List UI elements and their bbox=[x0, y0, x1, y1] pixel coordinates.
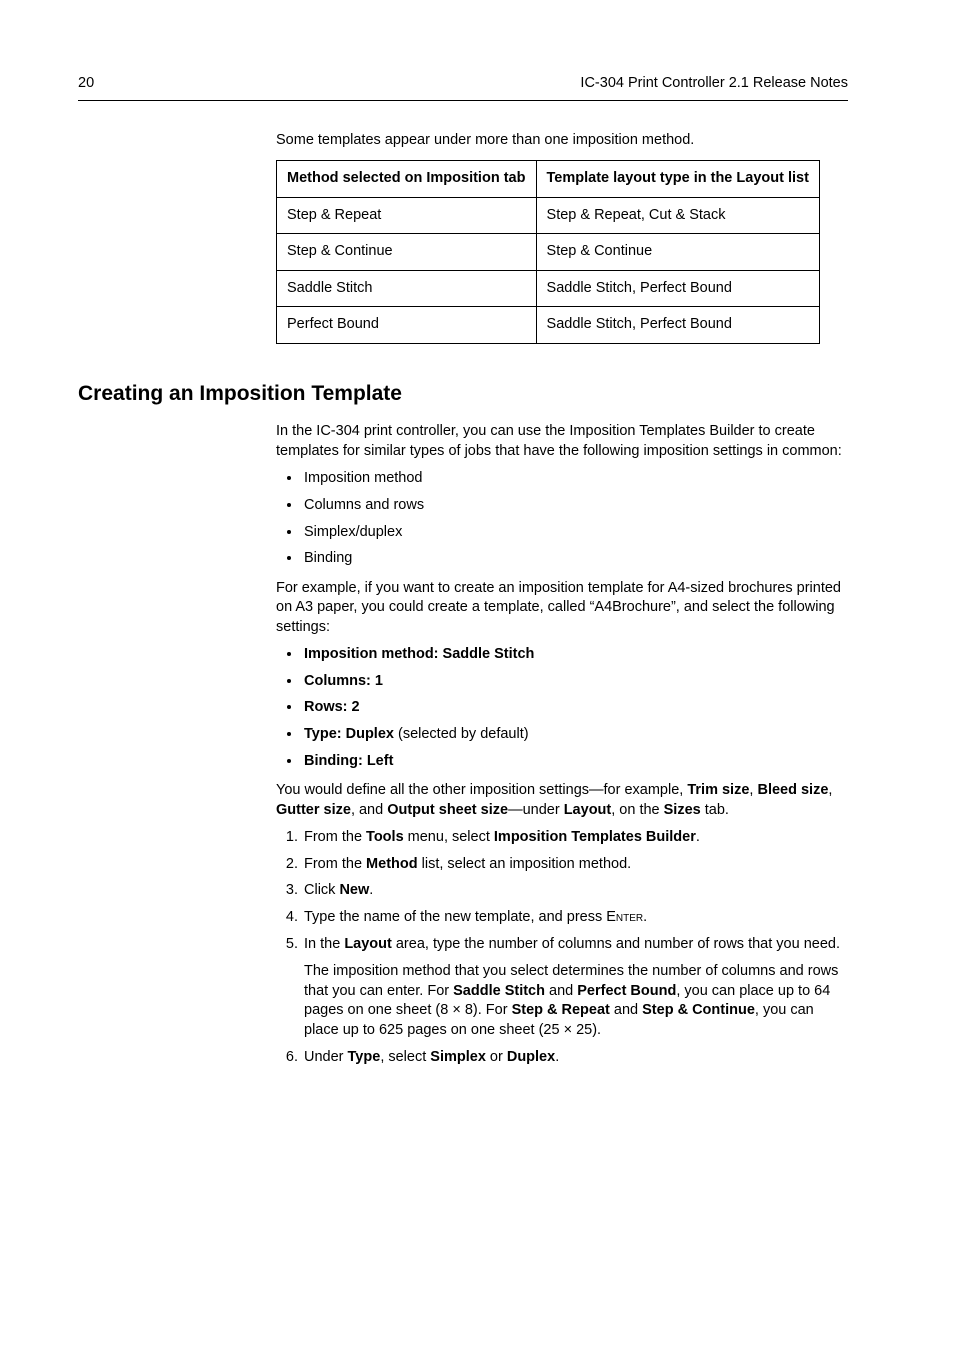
table-row: Perfect Bound Saddle Stitch, Perfect Bou… bbox=[277, 307, 820, 344]
table-cell: Step & Continue bbox=[277, 234, 537, 271]
bullet-list-2: Imposition method: Saddle Stitch Columns… bbox=[276, 645, 848, 771]
table-row: Step & Continue Step & Continue bbox=[277, 234, 820, 271]
list-item: Type: Duplex (selected by default) bbox=[302, 725, 848, 745]
table-cell: Perfect Bound bbox=[277, 307, 537, 344]
list-item: Binding: Left bbox=[302, 752, 848, 772]
paragraph: You would define all the other impositio… bbox=[276, 781, 848, 820]
content-column-1: Some templates appear under more than on… bbox=[276, 131, 848, 344]
document-title: IC-304 Print Controller 2.1 Release Note… bbox=[580, 74, 848, 94]
table-cell: Saddle Stitch bbox=[277, 270, 537, 307]
table-cell: Saddle Stitch, Perfect Bound bbox=[536, 307, 819, 344]
list-item: Imposition method bbox=[302, 469, 848, 489]
table-cell: Step & Continue bbox=[536, 234, 819, 271]
page-number: 20 bbox=[78, 74, 94, 94]
list-item: Columns and rows bbox=[302, 496, 848, 516]
list-item: Imposition method: Saddle Stitch bbox=[302, 645, 848, 665]
table-header-col2: Template layout type in the Layout list bbox=[536, 161, 819, 198]
table-cell: Step & Repeat, Cut & Stack bbox=[536, 197, 819, 234]
table-row: Saddle Stitch Saddle Stitch, Perfect Bou… bbox=[277, 270, 820, 307]
table-header-row: Method selected on Imposition tab Templa… bbox=[277, 161, 820, 198]
intro-paragraph: Some templates appear under more than on… bbox=[276, 131, 848, 151]
table-cell: Step & Repeat bbox=[277, 197, 537, 234]
step-item: Type the name of the new template, and p… bbox=[302, 908, 848, 928]
step-item: From the Method list, select an impositi… bbox=[302, 855, 848, 875]
list-item: Rows: 2 bbox=[302, 698, 848, 718]
bullet-list-1: Imposition method Columns and rows Simpl… bbox=[276, 469, 848, 568]
step-list: From the Tools menu, select Imposition T… bbox=[276, 828, 848, 1068]
step-item: In the Layout area, type the number of c… bbox=[302, 935, 848, 1041]
step-item: Under Type, select Simplex or Duplex. bbox=[302, 1048, 848, 1068]
step-item: From the Tools menu, select Imposition T… bbox=[302, 828, 848, 848]
paragraph: In the IC-304 print controller, you can … bbox=[276, 422, 848, 461]
step-item: Click New. bbox=[302, 881, 848, 901]
list-item: Columns: 1 bbox=[302, 672, 848, 692]
paragraph: For example, if you want to create an im… bbox=[276, 579, 848, 638]
table-row: Step & Repeat Step & Repeat, Cut & Stack bbox=[277, 197, 820, 234]
page: 20 IC-304 Print Controller 2.1 Release N… bbox=[0, 0, 954, 1350]
content-column-2: In the IC-304 print controller, you can … bbox=[276, 422, 848, 1068]
step-subparagraph: The imposition method that you select de… bbox=[304, 962, 848, 1040]
list-item: Binding bbox=[302, 549, 848, 569]
page-header: 20 IC-304 Print Controller 2.1 Release N… bbox=[78, 74, 848, 101]
table-cell: Saddle Stitch, Perfect Bound bbox=[536, 270, 819, 307]
list-item: Simplex/duplex bbox=[302, 523, 848, 543]
imposition-table: Method selected on Imposition tab Templa… bbox=[276, 160, 820, 344]
table-header-col1: Method selected on Imposition tab bbox=[277, 161, 537, 198]
section-heading: Creating an Imposition Template bbox=[78, 380, 848, 408]
